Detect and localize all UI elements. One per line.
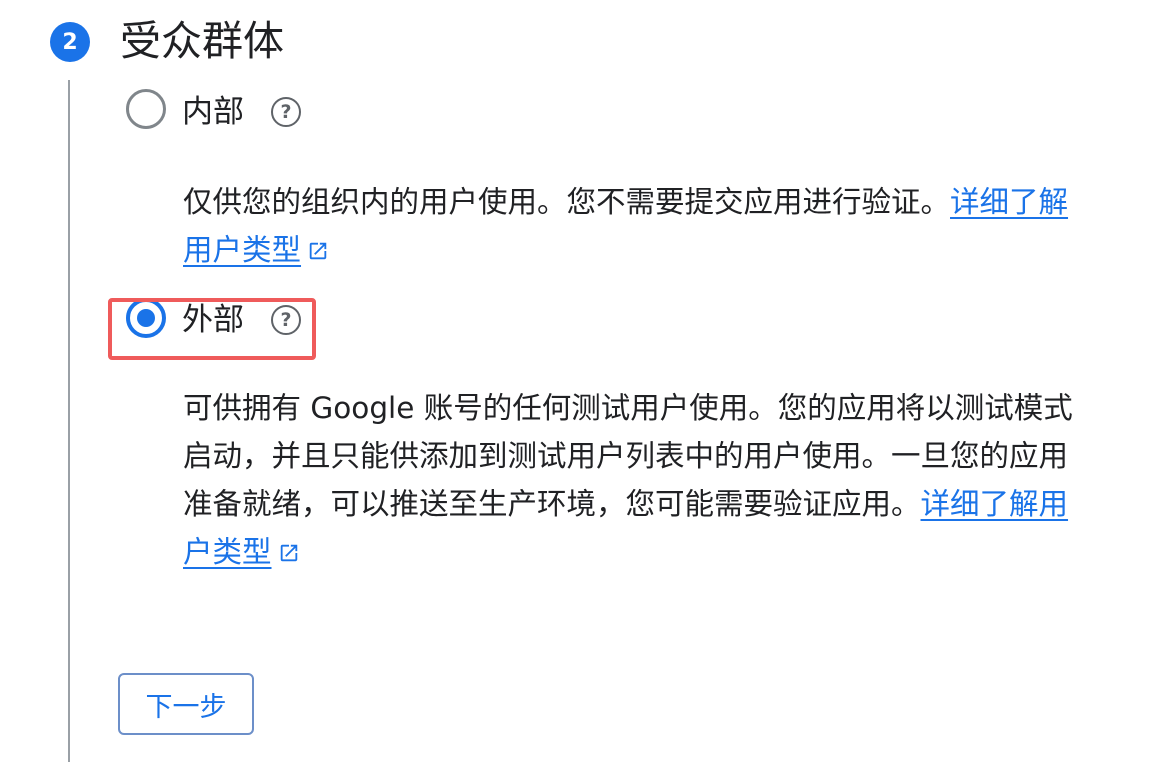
- next-step-button[interactable]: 下一步: [118, 673, 254, 735]
- option-label-internal: 内部: [182, 94, 244, 130]
- step-rail-line: [68, 80, 70, 762]
- step-title: 受众群体: [120, 17, 284, 65]
- open-in-new-icon: [280, 544, 297, 562]
- radio-internal[interactable]: [126, 89, 166, 129]
- selection-highlight-box: [108, 298, 316, 360]
- help-circle-icon[interactable]: ?: [271, 97, 301, 127]
- option-description-text: 仅供您的组织内的用户使用。您不需要提交应用进行验证。: [183, 185, 951, 219]
- option-description-internal: 仅供您的组织内的用户使用。您不需要提交应用进行验证。详细了解用户类型: [183, 178, 1083, 274]
- step-number-badge: 2: [50, 22, 90, 62]
- open-in-new-icon: [309, 242, 327, 260]
- option-description-external: 可供拥有 Google 账号的任何测试用户使用。您的应用将以测试模式启动，并且只…: [183, 384, 1083, 576]
